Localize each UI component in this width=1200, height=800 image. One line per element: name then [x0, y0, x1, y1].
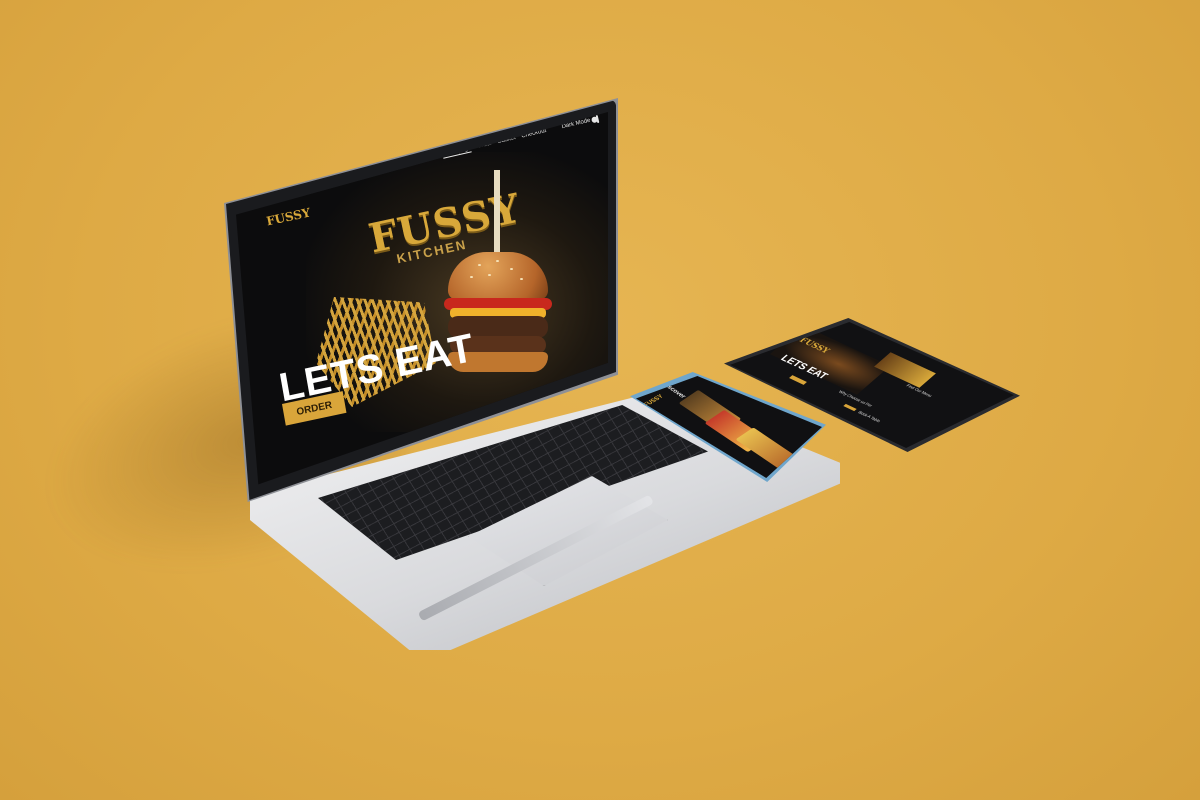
- burger-skewer: [494, 170, 500, 260]
- dark-mode-toggle[interactable]: [595, 114, 600, 124]
- site-logo[interactable]: FUSSY: [265, 206, 312, 229]
- sesame-seed: [510, 268, 513, 270]
- tablet-order-button[interactable]: [789, 375, 807, 385]
- sesame-seed: [520, 278, 523, 280]
- burger-bun-top: [448, 252, 548, 300]
- tablet-menu-image[interactable]: [874, 352, 936, 388]
- sesame-seed: [496, 260, 499, 262]
- sesame-seed: [470, 276, 473, 278]
- tablet-section-button[interactable]: [843, 403, 857, 412]
- sesame-seed: [488, 274, 491, 276]
- sesame-seed: [478, 264, 481, 266]
- tablet-section-book: Book A Table: [857, 409, 883, 424]
